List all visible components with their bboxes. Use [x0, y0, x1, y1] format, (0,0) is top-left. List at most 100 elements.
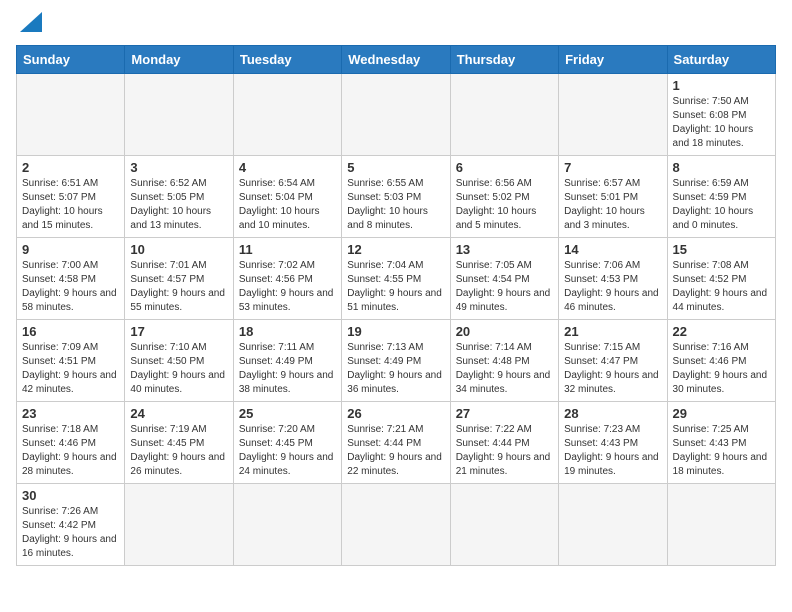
day-info: Sunrise: 7:00 AM Sunset: 4:58 PM Dayligh… — [22, 259, 119, 315]
day-info: Sunrise: 6:59 AM Sunset: 4:59 PM Dayligh… — [673, 177, 770, 233]
weekday-header: Friday — [559, 46, 667, 74]
day-info: Sunrise: 7:04 AM Sunset: 4:55 PM Dayligh… — [347, 259, 444, 315]
page-header — [16, 16, 776, 37]
day-info: Sunrise: 7:19 AM Sunset: 4:45 PM Dayligh… — [130, 423, 227, 479]
calendar-cell: 12Sunrise: 7:04 AM Sunset: 4:55 PM Dayli… — [342, 238, 450, 320]
logo — [16, 16, 42, 37]
calendar-cell: 7 Sunrise: 6:57 AM Sunset: 5:01 PM Daylig… — [559, 156, 667, 238]
day-number: 20 — [456, 324, 553, 339]
calendar-cell — [125, 74, 233, 156]
calendar-cell: 18 Sunrise: 7:11 AM Sunset: 4:49 PM Dayli… — [233, 320, 341, 402]
day-number: 16 — [22, 324, 119, 339]
day-info: Sunrise: 7:02 AM Sunset: 4:56 PM Dayligh… — [239, 259, 336, 315]
calendar-cell — [125, 484, 233, 566]
calendar-cell — [17, 74, 125, 156]
calendar-cell: 26 Sunrise: 7:21 AM Sunset: 4:44 PM Dayli… — [342, 402, 450, 484]
calendar-cell: 14 Sunrise: 7:06 AM Sunset: 4:53 PM Dayli… — [559, 238, 667, 320]
calendar-cell: 16 Sunrise: 7:09 AM Sunset: 4:51 PM Dayli… — [17, 320, 125, 402]
day-info: Sunrise: 6:55 AM Sunset: 5:03 PM Dayligh… — [347, 177, 444, 233]
calendar-cell — [342, 74, 450, 156]
day-info: Sunrise: 6:52 AM Sunset: 5:05 PM Dayligh… — [130, 177, 227, 233]
day-number: 4 — [239, 160, 336, 175]
day-number: 2 — [22, 160, 119, 175]
day-info: Sunrise: 7:21 AM Sunset: 4:44 PM Dayligh… — [347, 423, 444, 479]
day-info: Sunrise: 7:15 AM Sunset: 4:47 PM Dayligh… — [564, 341, 661, 397]
calendar-cell: 6 Sunrise: 6:56 AM Sunset: 5:02 PM Daylig… — [450, 156, 558, 238]
day-info: Sunrise: 7:01 AM Sunset: 4:57 PM Dayligh… — [130, 259, 227, 315]
day-info: Sunrise: 7:08 AM Sunset: 4:52 PM Dayligh… — [673, 259, 770, 315]
day-number: 11 — [239, 242, 336, 257]
day-info: Sunrise: 7:25 AM Sunset: 4:43 PM Dayligh… — [673, 423, 770, 479]
calendar-table: SundayMondayTuesdayWednesdayThursdayFrid… — [16, 45, 776, 566]
calendar-cell — [667, 484, 775, 566]
day-info: Sunrise: 6:54 AM Sunset: 5:04 PM Dayligh… — [239, 177, 336, 233]
logo-triangle-icon — [20, 12, 42, 37]
calendar-cell: 23 Sunrise: 7:18 AM Sunset: 4:46 PM Dayli… — [17, 402, 125, 484]
calendar-cell: 13 Sunrise: 7:05 AM Sunset: 4:54 PM Dayli… — [450, 238, 558, 320]
day-info: Sunrise: 7:10 AM Sunset: 4:50 PM Dayligh… — [130, 341, 227, 397]
calendar-cell: 3 Sunrise: 6:52 AM Sunset: 5:05 PM Daylig… — [125, 156, 233, 238]
day-info: Sunrise: 7:18 AM Sunset: 4:46 PM Dayligh… — [22, 423, 119, 479]
weekday-header: Thursday — [450, 46, 558, 74]
day-number: 7 — [564, 160, 661, 175]
day-number: 9 — [22, 242, 119, 257]
weekday-header: Saturday — [667, 46, 775, 74]
day-info: Sunrise: 6:56 AM Sunset: 5:02 PM Dayligh… — [456, 177, 553, 233]
day-number: 30 — [22, 488, 119, 503]
day-info: Sunrise: 6:57 AM Sunset: 5:01 PM Dayligh… — [564, 177, 661, 233]
day-number: 5 — [347, 160, 444, 175]
day-number: 21 — [564, 324, 661, 339]
day-info: Sunrise: 7:05 AM Sunset: 4:54 PM Dayligh… — [456, 259, 553, 315]
calendar-cell: 4 Sunrise: 6:54 AM Sunset: 5:04 PM Daylig… — [233, 156, 341, 238]
calendar-cell — [450, 74, 558, 156]
calendar-cell — [450, 484, 558, 566]
day-number: 18 — [239, 324, 336, 339]
calendar-cell: 20 Sunrise: 7:14 AM Sunset: 4:48 PM Dayli… — [450, 320, 558, 402]
day-info: Sunrise: 7:09 AM Sunset: 4:51 PM Dayligh… — [22, 341, 119, 397]
calendar-cell: 17 Sunrise: 7:10 AM Sunset: 4:50 PM Dayli… — [125, 320, 233, 402]
calendar-cell: 10Sunrise: 7:01 AM Sunset: 4:57 PM Dayli… — [125, 238, 233, 320]
day-number: 6 — [456, 160, 553, 175]
day-number: 14 — [564, 242, 661, 257]
day-number: 26 — [347, 406, 444, 421]
day-number: 24 — [130, 406, 227, 421]
calendar-cell — [559, 484, 667, 566]
day-info: Sunrise: 7:06 AM Sunset: 4:53 PM Dayligh… — [564, 259, 661, 315]
calendar-cell — [342, 484, 450, 566]
day-number: 19 — [347, 324, 444, 339]
day-info: Sunrise: 7:50 AM Sunset: 6:08 PM Dayligh… — [673, 95, 770, 151]
day-number: 13 — [456, 242, 553, 257]
calendar-cell: 15 Sunrise: 7:08 AM Sunset: 4:52 PM Dayli… — [667, 238, 775, 320]
calendar-cell — [559, 74, 667, 156]
calendar-cell: 19Sunrise: 7:13 AM Sunset: 4:49 PM Dayli… — [342, 320, 450, 402]
calendar-cell: 9 Sunrise: 7:00 AM Sunset: 4:58 PM Daylig… — [17, 238, 125, 320]
day-number: 17 — [130, 324, 227, 339]
day-number: 27 — [456, 406, 553, 421]
calendar-cell: 25 Sunrise: 7:20 AM Sunset: 4:45 PM Dayli… — [233, 402, 341, 484]
day-number: 28 — [564, 406, 661, 421]
day-info: Sunrise: 7:16 AM Sunset: 4:46 PM Dayligh… — [673, 341, 770, 397]
calendar-cell: 28 Sunrise: 7:23 AM Sunset: 4:43 PM Dayli… — [559, 402, 667, 484]
calendar-cell: 30 Sunrise: 7:26 AM Sunset: 4:42 PM Dayli… — [17, 484, 125, 566]
weekday-header: Sunday — [17, 46, 125, 74]
weekday-header: Wednesday — [342, 46, 450, 74]
day-number: 29 — [673, 406, 770, 421]
day-info: Sunrise: 7:26 AM Sunset: 4:42 PM Dayligh… — [22, 505, 119, 561]
day-info: Sunrise: 7:11 AM Sunset: 4:49 PM Dayligh… — [239, 341, 336, 397]
calendar-cell — [233, 74, 341, 156]
day-info: Sunrise: 7:14 AM Sunset: 4:48 PM Dayligh… — [456, 341, 553, 397]
calendar-cell — [233, 484, 341, 566]
day-number: 23 — [22, 406, 119, 421]
day-number: 3 — [130, 160, 227, 175]
day-info: Sunrise: 7:22 AM Sunset: 4:44 PM Dayligh… — [456, 423, 553, 479]
calendar-cell: 21 Sunrise: 7:15 AM Sunset: 4:47 PM Dayli… — [559, 320, 667, 402]
logo-text-wrapper — [16, 16, 42, 37]
day-info: Sunrise: 7:23 AM Sunset: 4:43 PM Dayligh… — [564, 423, 661, 479]
calendar-cell: 24 Sunrise: 7:19 AM Sunset: 4:45 PM Dayli… — [125, 402, 233, 484]
day-info: Sunrise: 7:20 AM Sunset: 4:45 PM Dayligh… — [239, 423, 336, 479]
day-number: 25 — [239, 406, 336, 421]
calendar-cell: 1Sunrise: 7:50 AM Sunset: 6:08 PM Daylig… — [667, 74, 775, 156]
day-number: 15 — [673, 242, 770, 257]
weekday-header: Tuesday — [233, 46, 341, 74]
day-info: Sunrise: 6:51 AM Sunset: 5:07 PM Dayligh… — [22, 177, 119, 233]
